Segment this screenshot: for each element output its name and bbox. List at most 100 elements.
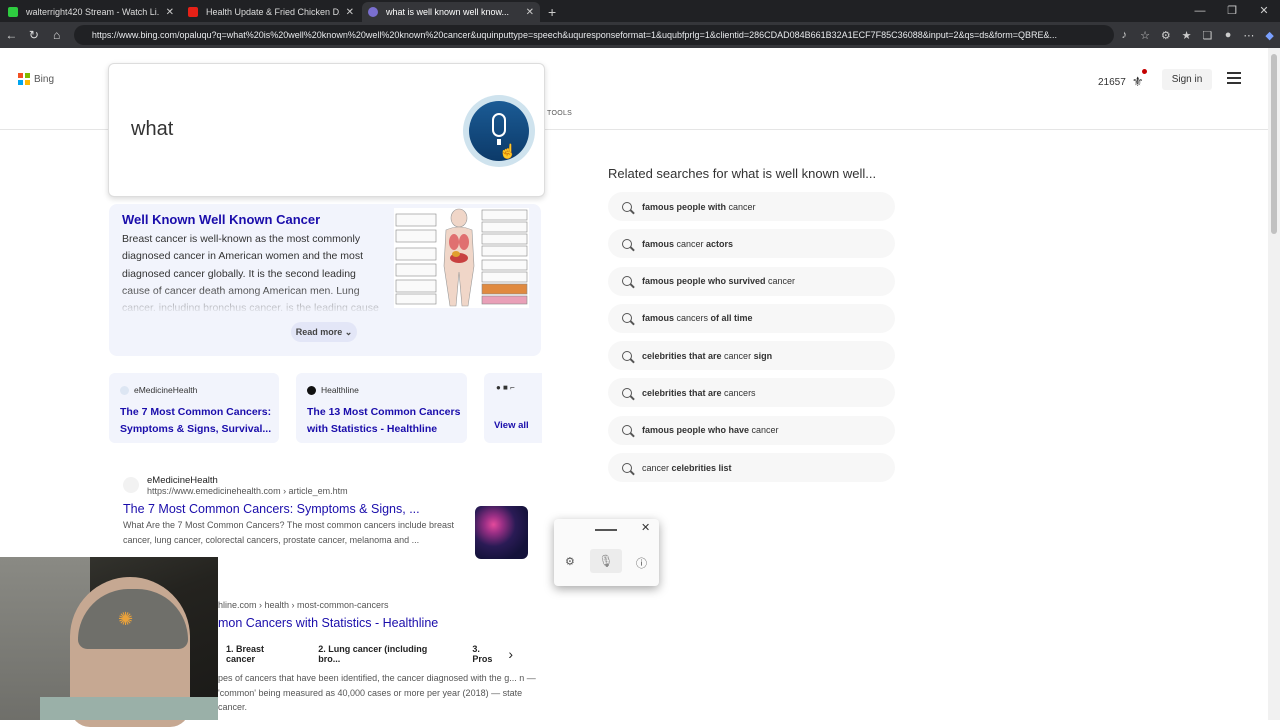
restore-icon[interactable]: ❐ <box>1216 0 1248 22</box>
read-aloud-icon[interactable]: ♪ <box>1114 29 1135 41</box>
emphasized-term: famous people who have <box>642 425 750 436</box>
read-more-label: Read more <box>295 327 343 337</box>
sublink[interactable]: 2. Lung cancer (including bro... <box>318 644 447 664</box>
search-icon <box>622 462 632 473</box>
copilot-icon[interactable]: ◆ <box>1259 29 1280 42</box>
result-sublinks: 1. Breast cancer 2. Lung cancer (includi… <box>218 644 538 664</box>
related-search-item[interactable]: celebrities that are cancer sign <box>608 341 895 371</box>
search-result: eMedicineHealth https://www.emedicinehea… <box>123 475 467 547</box>
result-title[interactable]: The 7 Most Common Cancers: Symptoms & Si… <box>123 502 467 516</box>
tools-tab[interactable]: TOOLS <box>547 110 572 117</box>
scrollbar[interactable] <box>1268 48 1280 720</box>
refresh-icon[interactable]: ↻ <box>23 28 46 42</box>
browser-tab-2[interactable]: Health Update & Fried Chicken D... ✕ <box>182 2 360 22</box>
extensions-icon[interactable]: ⚙ <box>1155 29 1176 42</box>
related-search-item[interactable]: famous people who survived cancer <box>608 266 895 296</box>
voice-search-box: what ☝ <box>108 63 545 197</box>
result-snippet: pes of cancers that have been identified… <box>218 673 536 712</box>
scrollbar-thumb[interactable] <box>1271 54 1277 234</box>
voice-control-panel: ✕ ⚙ 🎙 ⓘ <box>554 519 659 586</box>
emphasized-term: actors <box>706 238 734 249</box>
card-source: Healthline <box>321 385 359 395</box>
text-fade <box>109 286 399 314</box>
emphasized-term: famous <box>642 238 675 249</box>
related-search-item[interactable]: famous cancers of all time <box>608 303 895 333</box>
close-tab-icon[interactable]: ✕ <box>526 7 534 18</box>
rewards[interactable]: 21657 ⚜ <box>1098 69 1148 90</box>
result-url[interactable]: hline.com › health › most-common-cancers <box>218 600 389 610</box>
rewards-medal-icon: ⚜ <box>1132 69 1148 90</box>
bing-logo[interactable]: Bing <box>18 73 54 85</box>
microphone-button[interactable]: ☝ <box>463 95 535 167</box>
related-search-text: celebrities that are cancer sign <box>642 351 772 361</box>
card-title[interactable]: The 7 Most Common Cancers: Symptoms & Si… <box>120 404 275 438</box>
anatomy-diagram-image[interactable] <box>394 208 529 308</box>
emphasized-term: celebrities list <box>671 462 732 473</box>
search-icon <box>622 425 632 436</box>
home-icon[interactable]: ⌂ <box>45 28 68 42</box>
site-favicon-icon <box>123 477 139 493</box>
drag-handle[interactable] <box>595 529 617 531</box>
emphasized-term: famous <box>642 313 675 324</box>
related-search-text: famous people who survived cancer <box>642 276 795 286</box>
gear-icon[interactable]: ⚙ <box>565 555 575 568</box>
search-icon <box>622 313 632 324</box>
query-term: cancer <box>749 425 779 436</box>
emphasized-term: famous people with <box>642 201 727 212</box>
collections-icon[interactable]: ❏ <box>1197 29 1218 42</box>
answer-title[interactable]: Well Known Well Known Cancer <box>122 212 320 227</box>
sign-in-button[interactable]: Sign in <box>1162 69 1212 90</box>
related-list: famous people with cancer famous cancer a… <box>608 192 898 483</box>
close-tab-icon[interactable]: ✕ <box>346 7 354 18</box>
cancer-cell-thumbnail[interactable] <box>475 506 528 559</box>
card-title[interactable]: The 13 Most Common Cancers with Statisti… <box>307 404 462 438</box>
answer-card: Well Known Well Known Cancer Breast canc… <box>109 204 541 356</box>
result-snippet: What Are the 7 Most Common Cancers? The … <box>123 520 454 545</box>
browser-tab-1[interactable]: walterright420 Stream - Watch Li... ✕ <box>2 2 180 22</box>
logo-text: Bing <box>34 73 55 85</box>
pointer-cursor-icon: ☝ <box>499 143 517 159</box>
microphone-icon[interactable]: 🎙 <box>590 549 622 573</box>
minimize-icon[interactable]: — <box>1184 0 1216 22</box>
favorite-star-icon[interactable]: ☆ <box>1135 29 1156 42</box>
related-search-text: famous cancer actors <box>642 239 733 249</box>
close-window-icon[interactable]: ✕ <box>1248 0 1280 22</box>
sublink[interactable]: 1. Breast cancer <box>226 644 293 664</box>
kick-icon <box>8 7 18 17</box>
result-url[interactable]: https://www.emedicinehealth.com › articl… <box>147 486 348 496</box>
query-term: cancer <box>674 238 707 249</box>
result-title[interactable]: mon Cancers with Statistics - Healthline <box>218 616 438 630</box>
microsoft-logo-icon <box>18 73 30 85</box>
close-tab-icon[interactable]: ✕ <box>166 7 174 18</box>
profile-icon[interactable]: ● <box>1218 29 1239 41</box>
youtube-icon <box>188 7 198 17</box>
emphasized-term: of all time <box>710 313 753 324</box>
url-field[interactable]: https://www.bing.com/opaluqu?q=what%20is… <box>73 25 1114 45</box>
related-search-item[interactable]: cancer celebrities list <box>608 453 895 483</box>
help-icon[interactable]: ⓘ <box>636 555 647 571</box>
related-search-item[interactable]: famous people with cancer <box>608 192 895 221</box>
related-search-item[interactable]: famous people who have cancer <box>608 415 895 445</box>
source-card-healthline[interactable]: Healthline The 13 Most Common Cancers wi… <box>296 373 467 443</box>
chevron-right-icon[interactable]: › <box>508 646 513 662</box>
more-icon[interactable]: ⋯ <box>1239 29 1260 42</box>
view-all-card[interactable]: ● ■ ⌐ View all <box>484 373 542 443</box>
browser-tab-3[interactable]: what is well known well know... ✕ <box>362 2 540 22</box>
related-search-item[interactable]: celebrities that are cancers <box>608 378 895 408</box>
view-all-link[interactable]: View all <box>494 420 529 431</box>
result-site: eMedicineHealth <box>147 475 218 486</box>
back-icon[interactable]: ← <box>0 28 23 42</box>
tab-title: Health Update & Fried Chicken D... <box>206 7 340 17</box>
related-search-text: famous cancers of all time <box>642 313 753 323</box>
sublink[interactable]: 3. Pros <box>472 644 501 664</box>
site-favicon-icon <box>120 385 129 395</box>
source-card-emedicinehealth[interactable]: eMedicineHealth The 7 Most Common Cancer… <box>109 373 279 443</box>
related-search-item[interactable]: famous cancer actors <box>608 229 895 259</box>
close-icon[interactable]: ✕ <box>641 521 650 534</box>
menu-icon[interactable] <box>1227 72 1241 87</box>
emphasized-term: famous people who survived <box>642 276 766 287</box>
new-tab-button[interactable]: + <box>548 2 556 22</box>
favorites-icon[interactable]: ★ <box>1176 29 1197 42</box>
read-more-button[interactable]: Read more ⌄ <box>291 322 357 342</box>
emphasized-term: sign <box>753 350 773 361</box>
